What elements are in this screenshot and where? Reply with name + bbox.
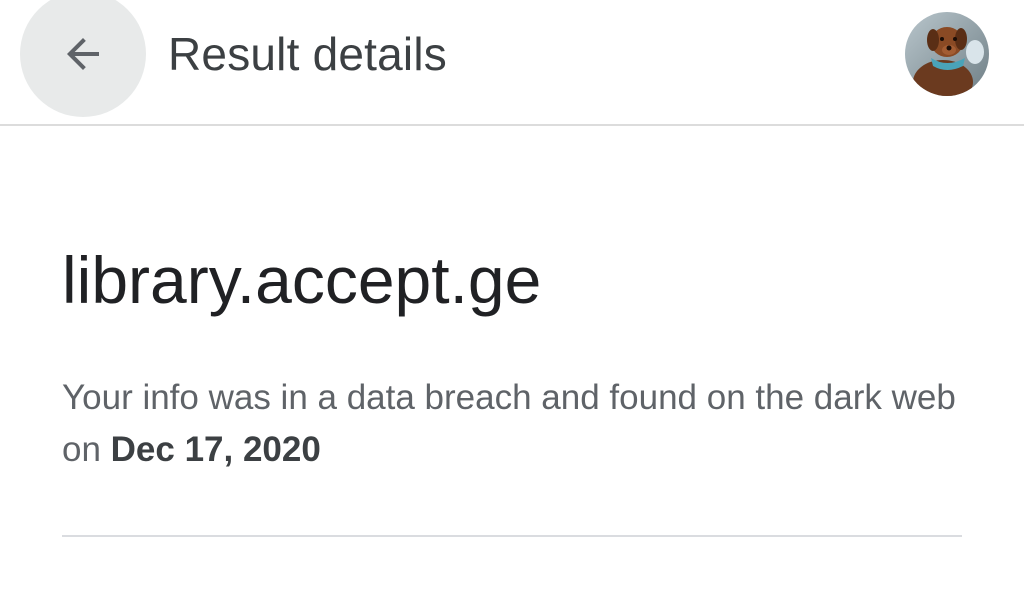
breach-description: Your info was in a data breach and found…	[62, 372, 962, 476]
breach-date: Dec 17, 2020	[110, 430, 321, 469]
arrow-back-icon	[67, 38, 99, 70]
top-app-bar: Result details	[0, 0, 1024, 126]
divider	[62, 535, 962, 537]
breached-site-name: library.accept.ge	[62, 243, 542, 317]
page-title: Result details	[168, 28, 447, 80]
back-button[interactable]	[20, 0, 146, 117]
profile-avatar-icon	[905, 12, 989, 96]
app-screen: Result details library.accept.ge Your in…	[0, 0, 1024, 590]
avatar[interactable]	[905, 12, 989, 96]
